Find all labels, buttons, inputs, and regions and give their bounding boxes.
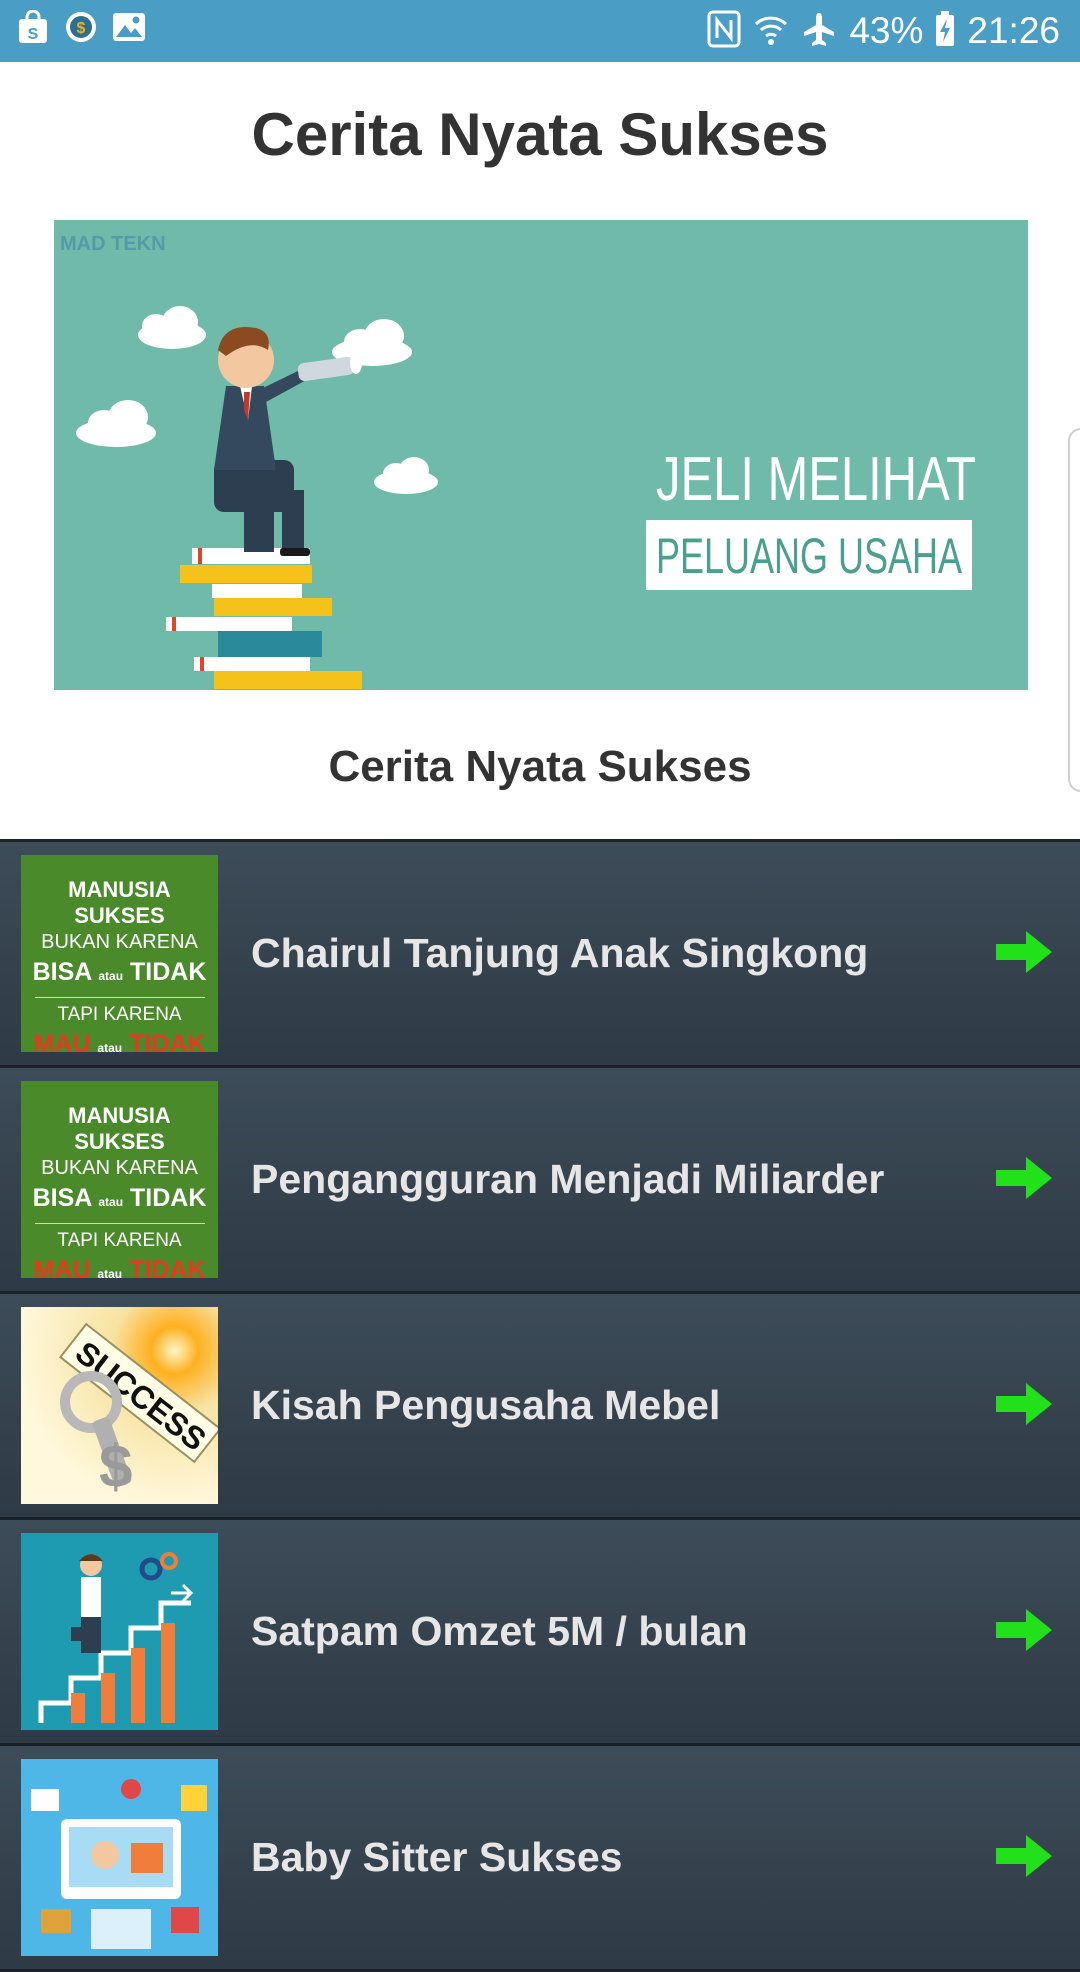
item-title: Kisah Pengusaha Mebel (251, 1382, 721, 1428)
list-item[interactable]: SUCCESS $ Kisah Pengusaha Mebel (0, 1294, 1080, 1520)
list-item[interactable]: MANUSIA SUKSES BUKAN KARENA BISA atau TI… (0, 842, 1080, 1068)
svg-text:$: $ (99, 1433, 132, 1500)
arrow-right-icon[interactable] (994, 1380, 1054, 1428)
wifi-icon (753, 12, 789, 51)
item-title: Chairul Tanjung Anak Singkong (251, 930, 869, 976)
arrow-right-icon[interactable] (994, 1154, 1054, 1202)
banner-watermark: MAD TEKN (60, 233, 166, 255)
item-title: Pengangguran Menjadi Miliarder (251, 1156, 885, 1202)
banner-text-line1: JELI MELIHAT (656, 445, 976, 514)
item-thumbnail (21, 1759, 218, 1956)
battery-charging-icon (935, 10, 955, 52)
status-bar: S $ 43% 21:26 (0, 0, 1080, 62)
item-thumbnail: MANUSIA SUKSES BUKAN KARENA BISA atau TI… (21, 855, 218, 1052)
clock: 21:26 (967, 10, 1060, 51)
coin-icon: $ (64, 10, 98, 44)
item-thumbnail: SUCCESS $ (21, 1307, 218, 1504)
page-title: Cerita Nyata Sukses (251, 101, 829, 168)
story-list: MANUSIA SUKSES BUKAN KARENA BISA atau TI… (0, 842, 1080, 1972)
airplane-icon (801, 11, 837, 52)
item-thumbnail: MANUSIA SUKSES BUKAN KARENA BISA atau TI… (21, 1081, 218, 1278)
shopping-bag-icon: S (16, 10, 50, 44)
item-thumbnail (21, 1533, 218, 1730)
list-item[interactable]: Satpam Omzet 5M / bulan (0, 1520, 1080, 1746)
svg-text:S: S (28, 26, 39, 43)
item-title: Baby Sitter Sukses (251, 1834, 623, 1880)
banner-caption: Cerita Nyata Sukses (328, 742, 752, 791)
banner-text-line2: PELUANG USAHA (656, 528, 962, 584)
arrow-right-icon[interactable] (994, 1606, 1054, 1654)
banner-image: MAD TEKN JELI MELIHAT PELUANG USAHA (54, 220, 1028, 690)
list-item[interactable]: Baby Sitter Sukses (0, 1746, 1080, 1972)
item-title: Satpam Omzet 5M / bulan (251, 1608, 748, 1654)
svg-text:$: $ (77, 20, 86, 37)
battery-percent: 43% (849, 10, 924, 51)
arrow-right-icon[interactable] (994, 928, 1054, 976)
arrow-right-icon[interactable] (994, 1832, 1054, 1880)
edge-panel-handle[interactable] (1068, 428, 1080, 792)
image-icon (112, 10, 146, 44)
nfc-icon (707, 10, 741, 53)
list-item[interactable]: MANUSIA SUKSES BUKAN KARENA BISA atau TI… (0, 1068, 1080, 1294)
